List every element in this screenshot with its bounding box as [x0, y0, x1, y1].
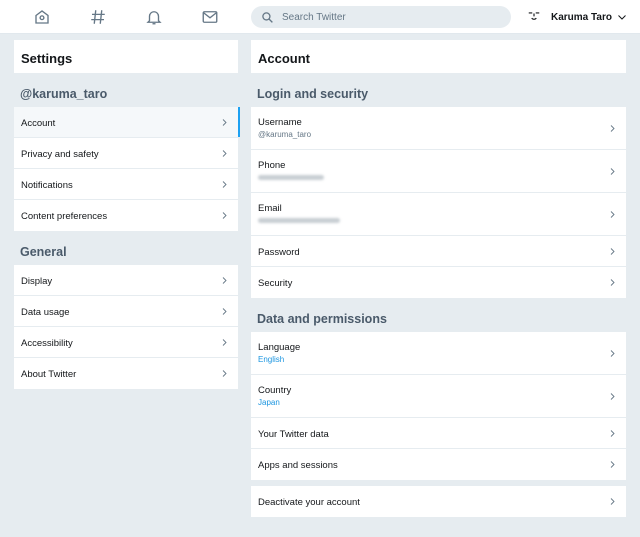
sidebar-item-display[interactable]: Display: [14, 265, 238, 296]
deactivate-account-row[interactable]: Deactivate your account: [251, 486, 626, 517]
sidebar-item-label: Privacy and safety: [21, 149, 99, 160]
apps-sessions-label: Apps and sessions: [258, 460, 338, 471]
sidebar-item-privacy-and-safety[interactable]: Privacy and safety: [14, 138, 238, 169]
phone-row[interactable]: Phone: [251, 150, 626, 193]
chevron-right-icon: [222, 308, 227, 315]
sidebar-item-label: Account: [21, 118, 56, 129]
language-row[interactable]: Language English: [251, 332, 626, 375]
phone-label: Phone: [258, 160, 286, 171]
chevron-right-icon: [610, 461, 615, 468]
country-row[interactable]: Country Japan: [251, 375, 626, 418]
chevron-right-icon: [610, 248, 615, 255]
chevron-right-icon: [610, 350, 615, 357]
top-navigation-bar: Karuma Taro: [0, 0, 640, 34]
sidebar-item-label: Accessibility: [21, 338, 73, 349]
email-row[interactable]: Email: [251, 193, 626, 236]
login-security-list: Username @karuma_taro Phone Email Passwo…: [251, 107, 626, 298]
language-label: Language: [258, 342, 301, 353]
envelope-icon[interactable]: [199, 6, 221, 28]
chevron-right-icon: [222, 181, 227, 188]
username-value: @karuma_taro: [258, 130, 312, 139]
search-icon: [262, 11, 273, 23]
data-permissions-list: Language English Country Japan Your Twit…: [251, 332, 626, 480]
sidebar-item-about-twitter[interactable]: About Twitter: [14, 358, 238, 389]
security-label: Security: [258, 278, 293, 289]
password-row[interactable]: Password: [251, 236, 626, 267]
language-value: English: [258, 355, 285, 364]
password-label: Password: [258, 247, 300, 258]
chevron-right-icon: [222, 339, 227, 346]
search-input[interactable]: [282, 11, 502, 23]
sidebar-item-label: Data usage: [21, 307, 70, 318]
chevron-right-icon: [222, 119, 227, 126]
chevron-right-icon: [610, 498, 615, 505]
country-label: Country: [258, 385, 292, 396]
username-label: Username: [258, 117, 302, 128]
deactivate-label: Deactivate your account: [258, 497, 360, 508]
account-title: Account: [258, 51, 310, 66]
chevron-right-icon: [222, 370, 227, 377]
sidebar-item-label: Display: [21, 276, 53, 287]
sidebar-item-label: Notifications: [21, 180, 73, 191]
sidebar-item-label: About Twitter: [21, 369, 77, 380]
account-name: Karuma Taro: [551, 11, 612, 23]
sidebar-item-content-preferences[interactable]: Content preferences: [14, 200, 238, 231]
chevron-right-icon: [610, 430, 615, 437]
settings-title: Settings: [21, 51, 73, 66]
hashtag-icon[interactable]: [87, 6, 109, 28]
avatar: [527, 10, 541, 24]
account-title-panel: Account: [251, 40, 626, 73]
apps-sessions-row[interactable]: Apps and sessions: [251, 449, 626, 480]
phone-value-redacted: [258, 175, 324, 180]
chevron-right-icon: [610, 393, 615, 400]
twitter-data-row[interactable]: Your Twitter data: [251, 418, 626, 449]
account-settings-list: Account Privacy and safety Notifications…: [14, 107, 240, 231]
email-label: Email: [258, 203, 282, 214]
general-settings-list: Display Data usage Accessibility About T…: [14, 265, 238, 389]
account-menu[interactable]: Karuma Taro: [527, 7, 628, 27]
home-icon[interactable]: [31, 6, 53, 28]
settings-title-panel: Settings: [14, 40, 238, 73]
deactivate-list: Deactivate your account: [251, 486, 626, 517]
twitter-data-label: Your Twitter data: [258, 429, 329, 440]
security-row[interactable]: Security: [251, 267, 626, 298]
chevron-down-icon: [618, 15, 626, 20]
username-row[interactable]: Username @karuma_taro: [251, 107, 626, 150]
chevron-right-icon: [610, 211, 615, 218]
sidebar-item-label: Content preferences: [21, 211, 108, 222]
chevron-right-icon: [610, 279, 615, 286]
data-permissions-heading: Data and permissions: [257, 312, 387, 326]
sidebar-item-notifications[interactable]: Notifications: [14, 169, 238, 200]
login-security-heading: Login and security: [257, 87, 369, 101]
chevron-right-icon: [222, 212, 227, 219]
sidebar-item-accessibility[interactable]: Accessibility: [14, 327, 238, 358]
email-value-redacted: [258, 218, 340, 223]
chevron-right-icon: [222, 277, 227, 284]
chevron-right-icon: [610, 168, 615, 175]
chevron-right-icon: [222, 150, 227, 157]
general-heading: General: [20, 245, 67, 259]
settings-handle: @karuma_taro: [20, 87, 108, 101]
country-value: Japan: [258, 398, 280, 407]
sidebar-item-account[interactable]: Account: [14, 107, 240, 138]
bell-icon[interactable]: [143, 6, 165, 28]
chevron-right-icon: [610, 125, 615, 132]
search-bar[interactable]: [251, 6, 511, 28]
sidebar-item-data-usage[interactable]: Data usage: [14, 296, 238, 327]
